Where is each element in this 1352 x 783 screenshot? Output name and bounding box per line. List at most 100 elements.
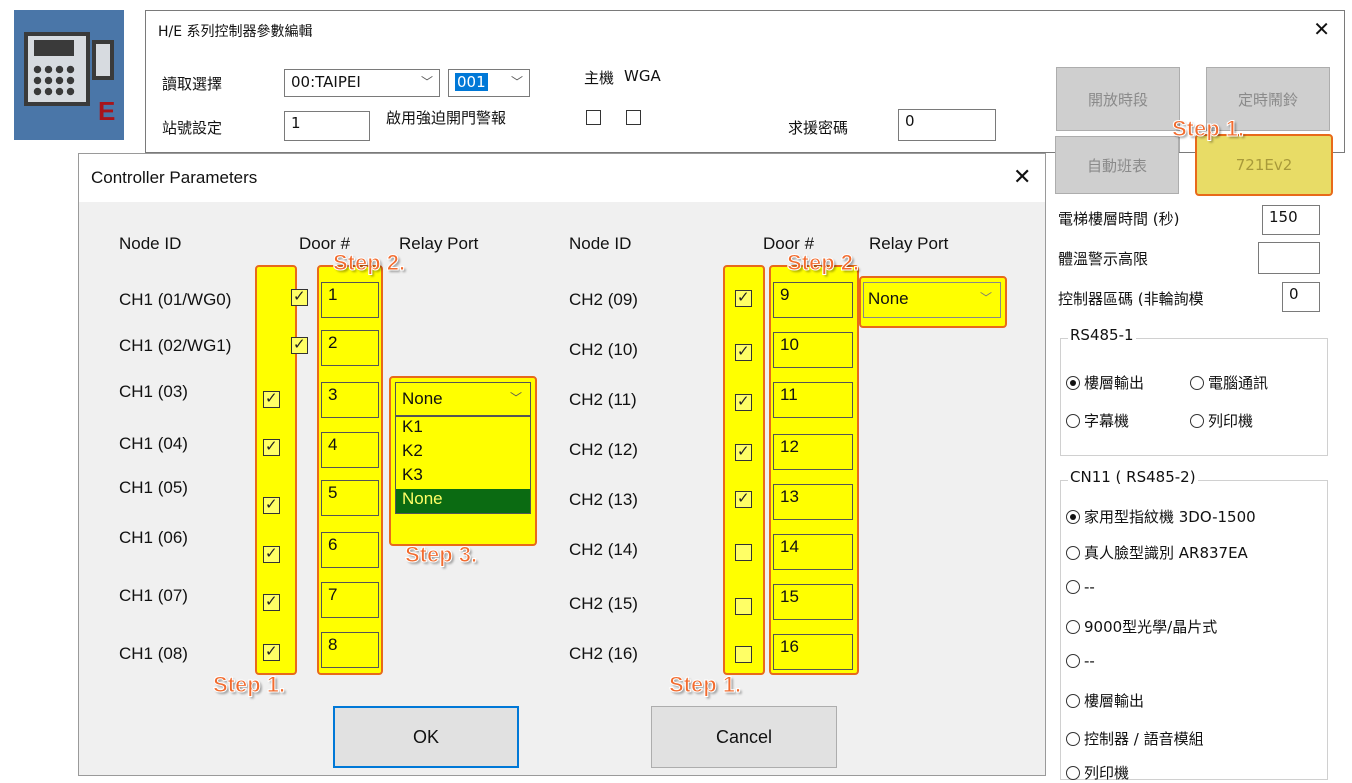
help-password-input[interactable]: 0 [898,109,996,141]
enable-checkbox[interactable] [263,389,280,408]
enable-checkbox[interactable] [263,642,280,661]
relay-option-none[interactable]: None [396,489,530,513]
enable-checkbox[interactable] [263,495,280,514]
right-node-header: Node ID [569,234,632,253]
chevron-down-icon: ﹀ [510,75,523,89]
radio-label: 真人臉型識別 AR837EA [1084,544,1248,562]
elevator-time-label: 電梯樓層時間 (秒) [1058,210,1180,228]
radio-pc-comm[interactable]: 電腦通訊 [1190,372,1268,393]
door-input[interactable]: 2 [321,330,379,366]
open-period-button[interactable]: 開放時段 [1056,67,1180,131]
temp-limit-input[interactable] [1258,242,1320,274]
node-label: CH2 (10) [569,340,638,359]
radio-icon [1066,766,1080,780]
door-input[interactable]: 3 [321,382,379,418]
radio-cn11-opt5[interactable]: -- [1066,652,1095,670]
radio-icon [1066,732,1080,746]
enable-checkbox[interactable] [263,592,280,611]
app-icon-letter: E [98,96,116,126]
door-input[interactable]: 13 [773,484,853,520]
radio-caption-machine[interactable]: 字幕機 [1066,410,1129,431]
node-label: CH1 (08) [119,644,188,663]
door-input[interactable]: 6 [321,532,379,568]
host-checkbox[interactable] [586,110,601,125]
chevron-down-icon: ﹀ [420,75,433,89]
radio-floor-output[interactable]: 樓層輸出 [1066,372,1144,393]
node-select[interactable]: 001 ﹀ [448,69,530,97]
wga-checkbox[interactable] [626,110,641,125]
radio-icon [1066,620,1080,634]
door-input[interactable]: 14 [773,534,853,570]
step1-annotation-top: Step 1. [1171,116,1245,142]
relay-port-options: K1 K2 K3 None [395,416,531,514]
enable-checkbox[interactable] [263,437,280,456]
relay-option-k2[interactable]: K2 [396,441,530,465]
enable-checkbox[interactable] [263,544,280,563]
enable-checkbox[interactable] [735,489,752,508]
enable-checkbox[interactable] [735,392,752,411]
step3-annotation: Step 3. [404,542,478,568]
radio-printer[interactable]: 列印機 [1190,410,1253,431]
elevator-time-input[interactable]: 150 [1262,205,1320,235]
radio-icon [1190,376,1204,390]
node-select-value: 001 [455,73,488,91]
relay-option-k1[interactable]: K1 [396,417,530,441]
rs485-1-group [1060,338,1328,456]
door-input[interactable]: 4 [321,432,379,468]
enable-checkbox[interactable] [291,335,308,354]
radio-cn11-opt7[interactable]: 控制器 / 語音模組 [1066,728,1204,749]
right-relay-port-select[interactable]: None ﹀ [863,282,1001,318]
relay-port-value: None [402,389,443,408]
auto-schedule-button-visible[interactable]: 自動班表 [1055,136,1179,194]
radio-icon [1066,654,1080,668]
door-input[interactable]: 10 [773,332,853,368]
relay-port-select[interactable]: None ﹀ [395,382,531,416]
enable-checkbox[interactable] [735,442,752,461]
radio-cn11-opt4[interactable]: 9000型光學/晶片式 [1066,616,1217,637]
dialog-close-icon[interactable]: ✕ [1013,164,1031,190]
door-input[interactable]: 16 [773,634,853,670]
door-input[interactable]: 11 [773,382,853,418]
read-select-label: 讀取選擇 [162,75,223,93]
site-select[interactable]: 00:TAIPEI ﹀ [284,69,440,97]
radio-label: 列印機 [1208,412,1254,430]
radio-icon [1066,546,1080,560]
radio-label: 列印機 [1084,764,1130,782]
enable-checkbox[interactable] [735,288,752,307]
host-label: 主機 [584,69,615,87]
radio-cn11-opt2[interactable]: 真人臉型識別 AR837EA [1066,542,1248,563]
card-reader-icon [92,40,114,80]
ok-button[interactable]: OK [333,706,519,768]
enable-checkbox[interactable] [735,646,752,663]
door-input[interactable]: 1 [321,282,379,318]
controller-parameters-dialog: Controller Parameters ✕ Node ID Door # R… [78,153,1046,776]
enable-checkbox[interactable] [735,598,752,615]
cancel-button[interactable]: Cancel [651,706,837,768]
chevron-down-icon: ﹀ [509,391,522,405]
radio-cn11-opt6[interactable]: 樓層輸出 [1066,690,1144,711]
radio-label: 樓層輸出 [1084,692,1145,710]
chevron-down-icon: ﹀ [979,291,992,305]
door-input[interactable]: 7 [321,582,379,618]
close-icon[interactable]: ✕ [1313,17,1330,41]
node-label: CH2 (11) [569,390,637,409]
door-input[interactable]: 5 [321,480,379,516]
enable-checkbox[interactable] [291,287,308,306]
model-721ev2-button[interactable]: 721Ev2 [1195,134,1333,196]
rs485-1-title: RS485-1 [1068,326,1136,344]
radio-cn11-opt3[interactable]: -- [1066,578,1095,596]
door-input[interactable]: 8 [321,632,379,668]
radio-cn11-opt1[interactable]: 家用型指紋機 3DO-1500 [1066,506,1256,527]
relay-option-k3[interactable]: K3 [396,465,530,489]
window-title: H/E 系列控制器參數編輯 [158,24,313,40]
enable-checkbox[interactable] [735,544,752,561]
door-input[interactable]: 12 [773,434,853,470]
door-input[interactable]: 9 [773,282,853,318]
door-input[interactable]: 15 [773,584,853,620]
radio-cn11-opt8[interactable]: 列印機 [1066,762,1129,783]
area-code-label: 控制器區碼 (非輪詢模 [1058,290,1204,308]
enable-checkbox[interactable] [735,342,752,361]
node-label: CH2 (13) [569,490,638,509]
station-input[interactable]: 1 [284,111,370,141]
area-code-input[interactable]: 0 [1282,282,1320,312]
